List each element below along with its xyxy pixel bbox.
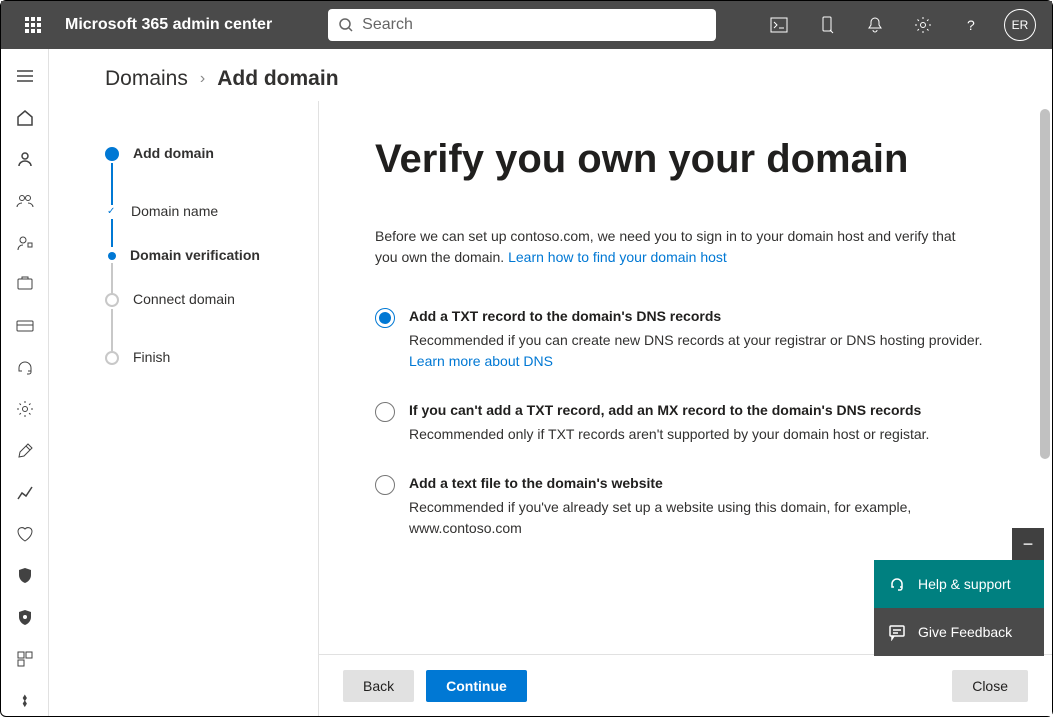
breadcrumb-parent[interactable]: Domains xyxy=(105,67,188,91)
top-header: Microsoft 365 admin center Search ? ER xyxy=(1,1,1052,49)
svg-text:?: ? xyxy=(967,17,975,33)
home-icon[interactable] xyxy=(9,103,41,133)
continue-button[interactable]: Continue xyxy=(426,670,527,702)
search-icon xyxy=(338,17,354,33)
search-input[interactable]: Search xyxy=(328,9,716,41)
user-avatar[interactable]: ER xyxy=(1004,9,1036,41)
feedback-icon xyxy=(888,623,906,641)
wizard-footer: Back Continue Close xyxy=(319,654,1052,716)
resources-icon[interactable] xyxy=(9,269,41,299)
back-button[interactable]: Back xyxy=(343,670,414,702)
radio-mx[interactable] xyxy=(375,402,395,422)
learn-domain-host-link[interactable]: Learn how to find your domain host xyxy=(508,249,727,265)
option-file-title: Add a text file to the domain's website xyxy=(409,475,995,491)
settings-icon[interactable] xyxy=(9,395,41,425)
roles-icon[interactable] xyxy=(9,228,41,258)
billing-icon[interactable] xyxy=(9,311,41,341)
hamburger-icon[interactable] xyxy=(9,61,41,91)
security-icon[interactable] xyxy=(9,561,41,591)
option-txt-title: Add a TXT record to the domain's DNS rec… xyxy=(409,308,995,324)
headset-icon xyxy=(888,575,906,593)
nav-more-icon[interactable] xyxy=(9,686,41,716)
give-feedback-button[interactable]: Give Feedback xyxy=(874,608,1044,656)
setup-icon[interactable] xyxy=(9,436,41,466)
help-support-button[interactable]: Help & support xyxy=(874,560,1044,608)
chevron-right-icon: › xyxy=(200,70,205,88)
left-nav-rail xyxy=(1,49,49,716)
substep-domain-verification[interactable]: Domain verification xyxy=(105,247,318,263)
app-launcher-icon[interactable] xyxy=(9,1,57,49)
radio-file[interactable] xyxy=(375,475,395,495)
breadcrumb-current: Add domain xyxy=(217,67,338,91)
close-button[interactable]: Close xyxy=(952,670,1028,702)
shell-icon[interactable] xyxy=(756,1,802,49)
option-mx-record[interactable]: If you can't add a TXT record, add an MX… xyxy=(375,402,995,445)
help-icon[interactable]: ? xyxy=(948,1,994,49)
learn-dns-link[interactable]: Learn more about DNS xyxy=(409,353,553,369)
step-finish[interactable]: Finish xyxy=(105,349,318,365)
teams-icon[interactable] xyxy=(9,186,41,216)
health-icon[interactable] xyxy=(9,520,41,550)
option-txt-record[interactable]: Add a TXT record to the domain's DNS rec… xyxy=(375,308,995,372)
scrollbar[interactable] xyxy=(1040,109,1050,459)
substep-domain-name[interactable]: Domain name xyxy=(105,203,318,219)
header-actions: ? ER xyxy=(756,1,1044,49)
radio-txt[interactable] xyxy=(375,308,395,328)
app-title: Microsoft 365 admin center xyxy=(65,16,272,34)
wizard-steps: Add domain Domain name Domain verificati… xyxy=(49,101,319,716)
option-mx-desc: Recommended only if TXT records aren't s… xyxy=(409,424,929,445)
collapse-icon[interactable]: − xyxy=(1012,528,1044,560)
step-add-domain[interactable]: Add domain xyxy=(105,145,318,161)
breadcrumb: Domains › Add domain xyxy=(49,49,1052,101)
step-connect-domain[interactable]: Connect domain xyxy=(105,291,318,307)
search-placeholder: Search xyxy=(362,16,413,34)
option-mx-title: If you can't add a TXT record, add an MX… xyxy=(409,402,929,418)
page-title: Verify you own your domain xyxy=(375,137,996,182)
user-icon[interactable] xyxy=(9,144,41,174)
mobile-icon[interactable] xyxy=(804,1,850,49)
help-float-panel: − Help & support Give Feedback xyxy=(874,528,1044,656)
admin-centers-icon[interactable] xyxy=(9,645,41,675)
compliance-icon[interactable] xyxy=(9,603,41,633)
gear-icon[interactable] xyxy=(900,1,946,49)
reports-icon[interactable] xyxy=(9,478,41,508)
option-txt-desc: Recommended if you can create new DNS re… xyxy=(409,330,995,372)
intro-text: Before we can set up contoso.com, we nee… xyxy=(375,226,975,268)
support-icon[interactable] xyxy=(9,353,41,383)
bell-icon[interactable] xyxy=(852,1,898,49)
